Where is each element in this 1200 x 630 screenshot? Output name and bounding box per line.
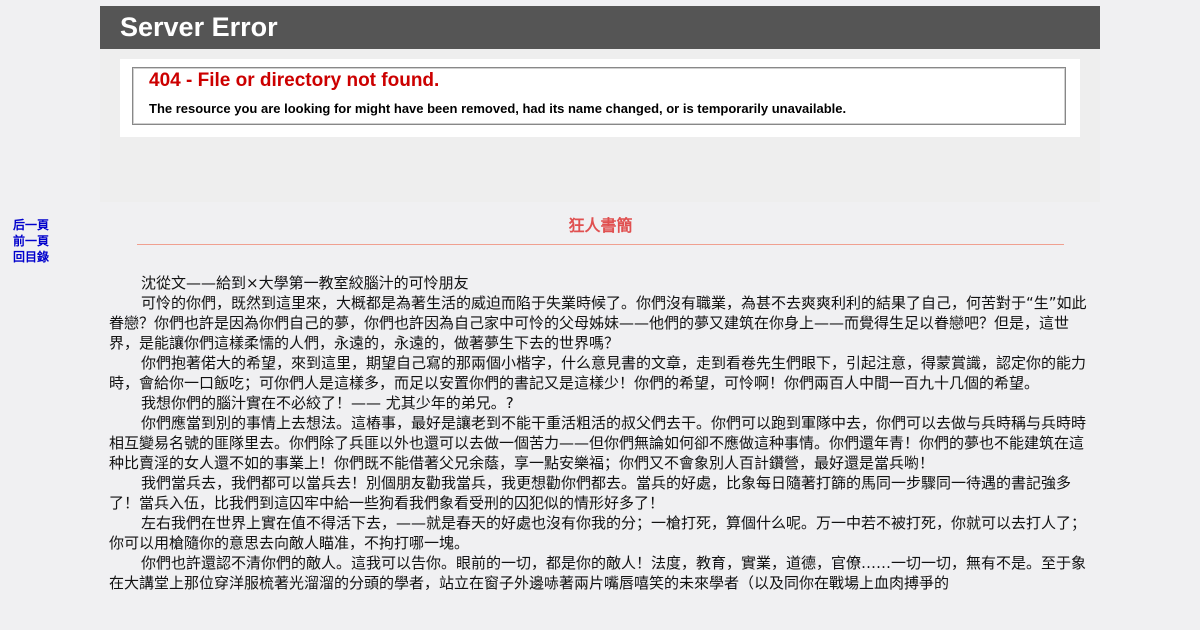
error-header: Server Error bbox=[100, 6, 1100, 49]
article-paragraph: 你們應當到別的事情上去想法。這樁事，最好是讓老到不能干重活粗活的叔父們去干。你們… bbox=[109, 414, 1087, 472]
article-paragraph: 我想你們的腦汁實在不必絞了！—— 尤其少年的弟兄。? bbox=[141, 394, 514, 412]
article-paragraph: 你們也許還認不清你們的敵人。這我可以告你。眼前的一切，都是你的敵人！法度，教育，… bbox=[109, 554, 1087, 592]
error-card: 404 - File or directory not found. The r… bbox=[120, 59, 1080, 137]
article-body: 沈從文——給到×大學第一教室絞腦汁的可怜朋友 可怜的你們，既然到這里來，大概都是… bbox=[109, 273, 1087, 593]
article-paragraph: 你們抱著偌大的希望，來到這里，期望自己寫的那兩個小楷字，什么意見書的文章，走到看… bbox=[109, 354, 1087, 392]
article-paragraph: 左右我們在世界上實在值不得活下去，——就是春天的好處也沒有你我的分；一槍打死，算… bbox=[109, 514, 1087, 552]
table-of-contents-link[interactable]: 回目錄 bbox=[13, 249, 49, 265]
article-paragraph: 可怜的你們，既然到這里來，大概都是為著生活的威迫而陷于失業時候了。你們沒有職業，… bbox=[109, 294, 1087, 352]
article-paragraph: 我們當兵去，我們都可以當兵去！別個朋友勸我當兵，我更想勸你們都去。當兵的好處，比… bbox=[109, 474, 1072, 512]
error-box: 404 - File or directory not found. The r… bbox=[132, 67, 1066, 125]
title-divider bbox=[137, 244, 1064, 245]
next-page-link[interactable]: 前一頁 bbox=[13, 233, 49, 249]
book-title: 狂人書簡 bbox=[568, 216, 633, 235]
side-nav: 后一頁 前一頁 回目錄 bbox=[13, 217, 49, 265]
prev-page-link[interactable]: 后一頁 bbox=[13, 217, 49, 233]
error-panel: Server Error 404 - File or directory not… bbox=[100, 6, 1100, 202]
error-description: The resource you are looking for might h… bbox=[149, 101, 847, 116]
error-code-title: 404 - File or directory not found. bbox=[149, 70, 440, 91]
article-paragraph: 沈從文——給到×大學第一教室絞腦汁的可怜朋友 bbox=[141, 274, 469, 292]
